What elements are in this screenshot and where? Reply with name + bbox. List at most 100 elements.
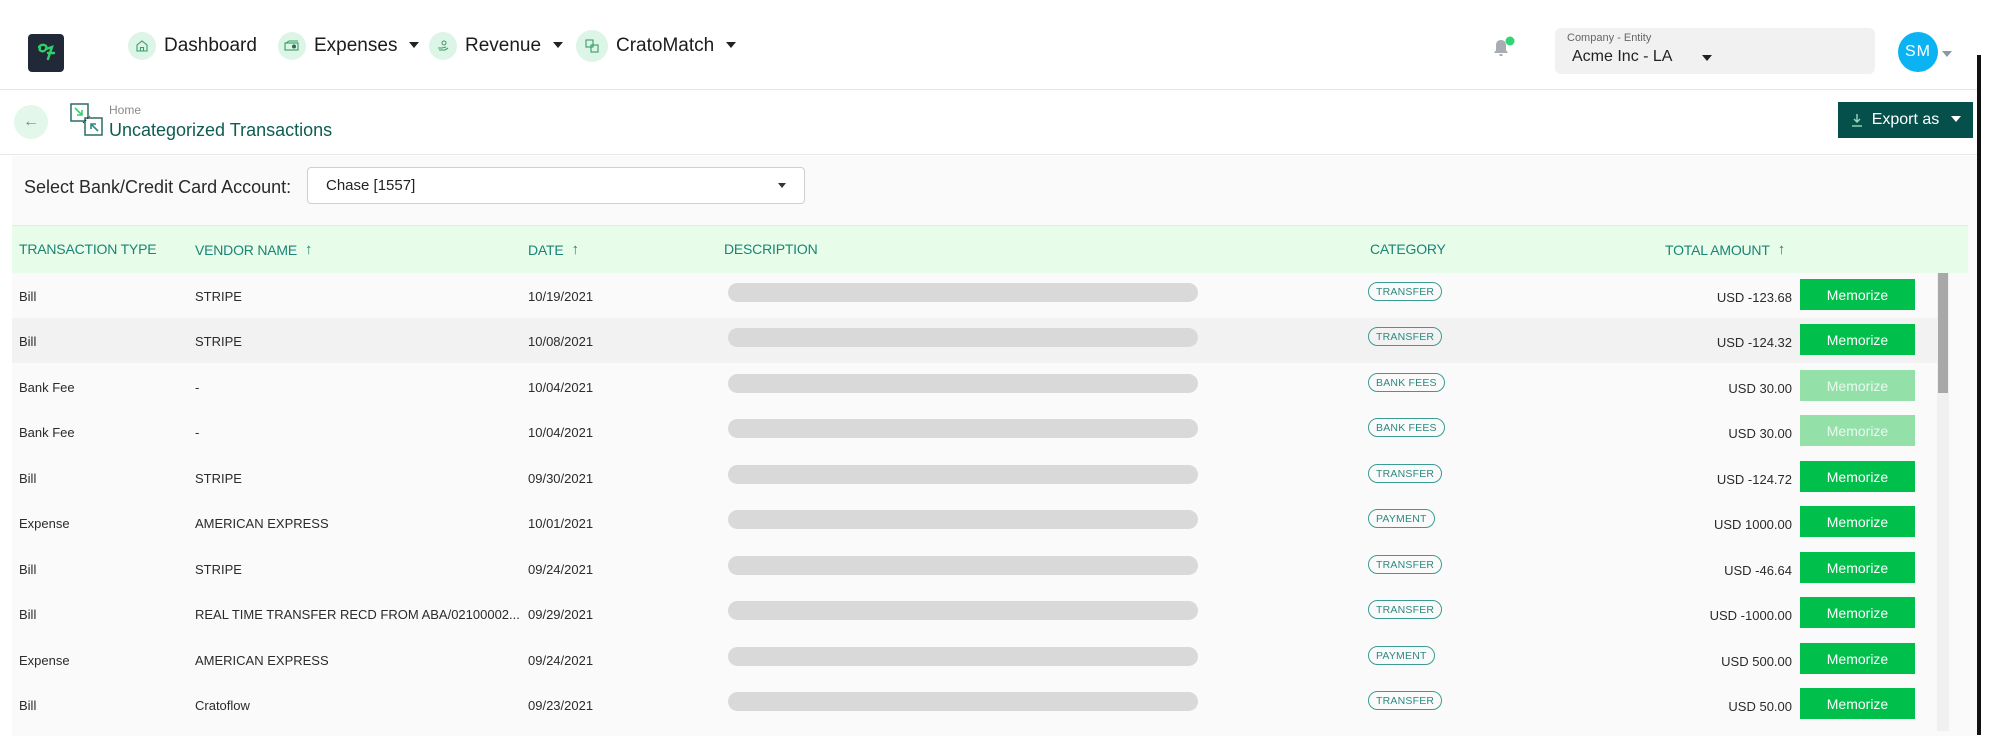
transaction-type-cell: Expense (19, 653, 70, 668)
description-redacted (728, 328, 1198, 347)
nav-expenses-label: Expenses (314, 35, 398, 56)
table-header: TRANSACTION TYPE VENDOR NAME ↑ DATE ↑ DE… (12, 225, 1968, 273)
sort-ascending-icon[interactable]: ↑ (1778, 241, 1786, 258)
category-badge[interactable]: PAYMENT (1368, 509, 1435, 528)
memorize-button[interactable]: Memorize (1800, 506, 1915, 537)
vendor-name-cell: Cratoflow (195, 698, 250, 713)
transaction-type-cell: Bill (19, 562, 37, 577)
vendor-name-cell: STRIPE (195, 471, 242, 486)
sort-ascending-icon[interactable]: ↑ (305, 241, 313, 258)
table-row[interactable]: Bill Cratoflow 09/23/2021 TRANSFER USD 5… (12, 682, 1937, 727)
memorize-button[interactable]: Memorize (1800, 688, 1915, 719)
memorize-button[interactable]: Memorize (1800, 279, 1915, 310)
chevron-down-icon (1951, 116, 1962, 122)
category-badge[interactable]: PAYMENT (1368, 646, 1435, 665)
table-row[interactable]: Bill STRIPE 09/30/2021 TRANSFER USD -124… (12, 455, 1937, 500)
category-badge[interactable]: TRANSFER (1368, 555, 1443, 574)
category-badge[interactable]: TRANSFER (1368, 282, 1443, 301)
breadcrumb-home[interactable]: Home (109, 103, 141, 117)
transaction-type-cell: Bank Fee (19, 425, 75, 440)
arrow-left-icon: ← (23, 113, 39, 130)
memorize-button[interactable]: Memorize (1800, 552, 1915, 583)
column-date[interactable]: DATE ↑ (528, 241, 579, 258)
user-avatar[interactable]: SM (1898, 32, 1938, 72)
window-edge (1977, 55, 1981, 735)
description-redacted (728, 283, 1198, 302)
app-window: Dashboard Expenses Revenue CratoMatch Co… (0, 0, 2000, 750)
category-badge[interactable]: TRANSFER (1368, 600, 1443, 619)
memorize-button[interactable]: Memorize (1800, 597, 1915, 628)
transaction-type-cell: Bill (19, 289, 37, 304)
table-row[interactable]: Bill STRIPE 10/08/2021 TRANSFER USD -124… (12, 318, 1937, 363)
category-badge[interactable]: BANK FEES (1368, 418, 1445, 437)
total-amount-cell: USD -124.32 (1716, 335, 1792, 350)
total-amount-cell: USD -123.68 (1716, 290, 1792, 305)
vendor-name-cell: AMERICAN EXPRESS (195, 516, 329, 531)
nav-revenue-label: Revenue (465, 35, 542, 56)
money-icon (278, 32, 306, 60)
table-row[interactable]: Bank Fee - 10/04/2021 BANK FEES USD 30.0… (12, 409, 1937, 454)
hand-coin-icon (429, 32, 457, 60)
back-button[interactable]: ← (14, 105, 48, 139)
total-amount-cell: USD 50.00 (1728, 699, 1792, 714)
memorize-button[interactable]: Memorize (1800, 324, 1915, 355)
date-cell: 09/29/2021 (528, 607, 594, 622)
chevron-down-icon (778, 183, 786, 188)
table-row[interactable]: Bill STRIPE 10/19/2021 TRANSFER USD -123… (12, 273, 1937, 318)
export-as-label: Export as (1871, 111, 1940, 128)
table-row[interactable]: Expense AMERICAN EXPRESS 09/24/2021 PAYM… (12, 637, 1937, 682)
memorize-button[interactable]: Memorize (1800, 643, 1915, 674)
vendor-name-cell: AMERICAN EXPRESS (195, 653, 329, 668)
memorize-button: Memorize (1800, 415, 1915, 446)
category-badge[interactable]: TRANSFER (1368, 691, 1443, 710)
scrollbar-thumb[interactable] (1938, 273, 1948, 393)
table-row[interactable]: Bill STRIPE 09/24/2021 TRANSFER USD -46.… (12, 546, 1937, 591)
date-cell: 10/01/2021 (528, 516, 594, 531)
transaction-type-cell: Bill (19, 471, 37, 486)
date-cell: 10/08/2021 (528, 334, 594, 349)
nav-dashboard[interactable]: Dashboard (128, 28, 257, 64)
memorize-button[interactable]: Memorize (1800, 461, 1915, 492)
description-redacted (728, 692, 1198, 711)
export-as-button[interactable]: Export as (1838, 102, 1973, 138)
date-cell: 09/23/2021 (528, 698, 594, 713)
transaction-type-cell: Bank Fee (19, 380, 75, 395)
date-cell: 10/04/2021 (528, 425, 594, 440)
notification-dot (1505, 36, 1515, 46)
home-icon (128, 32, 156, 60)
app-logo[interactable] (28, 34, 64, 72)
company-entity-select[interactable]: Company - Entity Acme Inc - LA (1555, 28, 1875, 74)
vendor-name-cell: REAL TIME TRANSFER RECD FROM ABA/0210000… (195, 607, 520, 622)
chevron-down-icon (409, 42, 420, 48)
column-transaction-type[interactable]: TRANSACTION TYPE (19, 241, 157, 257)
category-badge[interactable]: TRANSFER (1368, 327, 1443, 346)
column-category[interactable]: CATEGORY (1370, 241, 1446, 257)
column-total-amount[interactable]: TOTAL AMOUNT ↑ (1665, 241, 1785, 258)
nav-expenses[interactable]: Expenses (278, 28, 420, 64)
table-scrollbar[interactable] (1937, 273, 1949, 731)
total-amount-cell: USD 30.00 (1728, 381, 1792, 396)
column-label: DESCRIPTION (724, 241, 818, 257)
column-label: TRANSACTION TYPE (19, 241, 157, 257)
sort-ascending-icon[interactable]: ↑ (572, 241, 580, 258)
category-badge[interactable]: TRANSFER (1368, 464, 1443, 483)
vendor-name-cell: STRIPE (195, 562, 242, 577)
notifications-button[interactable] (1490, 36, 1516, 60)
uncategorized-transactions-icon (70, 103, 103, 136)
total-amount-cell: USD -46.64 (1724, 563, 1792, 578)
nav-revenue[interactable]: Revenue (429, 28, 564, 64)
account-select[interactable]: Chase [1557] (307, 167, 805, 204)
user-menu-chevron-icon[interactable] (1942, 51, 1952, 57)
table-row[interactable]: Expense AMERICAN EXPRESS 10/01/2021 PAYM… (12, 500, 1937, 545)
table-row[interactable]: Bill REAL TIME TRANSFER RECD FROM ABA/02… (12, 591, 1937, 636)
table-row[interactable]: Bank Fee - 10/04/2021 BANK FEES USD 30.0… (12, 364, 1937, 409)
nav-cratomatch[interactable]: CratoMatch (576, 28, 737, 64)
category-badge[interactable]: BANK FEES (1368, 373, 1445, 392)
column-description[interactable]: DESCRIPTION (724, 241, 818, 257)
company-entity-value: Acme Inc - LA (1572, 48, 1673, 65)
memorize-button: Memorize (1800, 370, 1915, 401)
total-amount-cell: USD -1000.00 (1709, 608, 1792, 623)
column-vendor-name[interactable]: VENDOR NAME ↑ (195, 241, 313, 258)
nav-dashboard-label: Dashboard (164, 35, 257, 56)
vendor-name-cell: STRIPE (195, 289, 242, 304)
